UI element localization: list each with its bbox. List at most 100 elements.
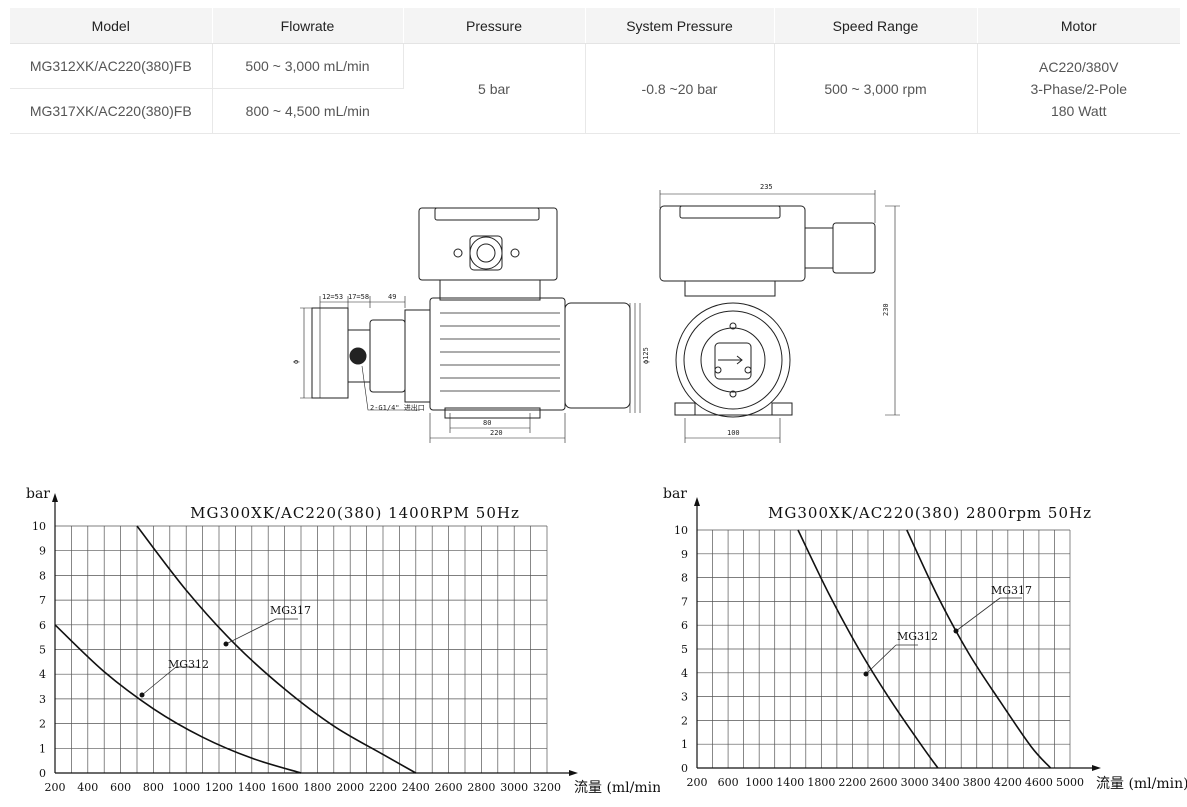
y-tick-label: 1 [39,742,46,755]
y-axis-arrow-icon [694,497,700,506]
dim-label: 17=58 [348,293,369,301]
motor-power: 180 Watt [1050,102,1107,119]
x-tick-label: 1800 [807,776,835,789]
y-tick-label: 5 [681,643,688,656]
leader-line [141,666,177,696]
y-tick-label: 2 [39,718,46,731]
x-tick-label: 1400 [776,776,804,789]
dim-label: 100 [727,429,740,437]
x-tick-label: 2200 [838,776,866,789]
cell-system-pressure: -0.8 ~20 bar [585,43,775,134]
series-label: MG312 [168,658,209,671]
junction-box-front [659,205,806,282]
port-label: 2-G1/4" 进出口 [370,403,425,412]
x-tick-label: 2600 [435,781,463,794]
x-tick-label: 3400 [932,776,960,789]
pressure-flow-chart-1400rpm: 200 400 600 800 1000 1200 1400 1600 1800 2000 2200… [26,486,660,796]
y-tick-label: 3 [681,691,688,704]
y-tick-label: 5 [39,644,46,657]
y-tick-label: 9 [39,545,46,558]
x-tick-label: 3800 [963,776,991,789]
y-tick-label: 7 [681,595,688,608]
x-tick-label: 1000 [745,776,773,789]
leader-arrow-icon [953,628,959,634]
x-tick-label: 2200 [369,781,397,794]
x-tick-label: 600 [718,776,739,789]
x-tick-label: 2600 [870,776,898,789]
y-tick-label: 4 [681,667,688,680]
header-system-pressure: System Pressure [585,8,775,44]
chart-title: MG300XK/AC220(380) 2800rpm 50Hz [768,504,1092,522]
pump-head [311,307,349,399]
y-tick-label: 4 [39,668,46,681]
table-row: MG312XK/AC220(380)FB 500 ~ 3,000 mL/min … [10,43,1180,134]
x-tick-label: 3000 [500,781,528,794]
dim-label: 235 [760,183,773,191]
series-label: MG317 [270,604,311,617]
cell-motor: AC220/380V 3-Phase/2-Pole 180 Watt [977,43,1180,134]
dim-label: 220 [490,429,503,437]
cell-flowrate: 800 ~ 4,500 mL/min [212,88,403,134]
x-tick-label: 2000 [336,781,364,794]
x-tick-label: 5000 [1056,776,1084,789]
y-tick-label: 0 [39,767,46,780]
x-tick-label: 1000 [172,781,200,794]
y-tick-label: 6 [39,619,46,632]
y-axis-label: bar [663,486,687,502]
dim-label: 12=53 [322,293,343,301]
x-tick-label: 400 [77,781,98,794]
x-tick-label: 4600 [1025,776,1053,789]
x-tick-label: 3200 [533,781,561,794]
grid [54,525,548,774]
y-tick-label: 9 [681,548,688,561]
x-tick-label: 1200 [205,781,233,794]
dim-label: ϕ [292,360,300,364]
y-tick-label: 1 [681,738,688,751]
y-axis-label: bar [26,486,50,502]
x-axis-arrow-icon [569,770,578,776]
y-tick-label: 2 [681,714,688,727]
y-tick-label: 6 [681,619,688,632]
series-label: MG317 [991,584,1032,597]
motor-voltage: AC220/380V [1039,58,1119,75]
motor-body [429,297,566,411]
header-pressure: Pressure [403,8,586,44]
x-axis-arrow-icon [1092,765,1101,771]
x-tick-label: 600 [110,781,131,794]
x-tick-label: 1600 [271,781,299,794]
y-tick-label: 10 [674,524,688,537]
grid [696,529,1071,769]
x-tick-label: 1800 [303,781,331,794]
y-tick-label: 8 [39,569,46,582]
leader-arrow-icon [223,641,229,647]
header-speed-range: Speed Range [774,8,978,44]
series-label: MG312 [897,630,938,643]
x-tick-label: 800 [143,781,164,794]
x-tick-label: 1400 [238,781,266,794]
y-tick-label: 8 [681,572,688,585]
cell-model: MG317XK/AC220(380)FB [10,88,213,134]
pressure-flow-chart-2800rpm: 200 600 1000 1400 1800 2200 2600 3000 3400 3800 42… [663,486,1187,792]
dim-label: 80 [483,419,491,427]
x-axis-label: 流量 (ml/min) [574,780,660,796]
leader-line [955,597,1001,632]
y-tick-label: 7 [39,594,46,607]
y-tick-label: 0 [681,762,688,775]
table-header-row: Model Flowrate Pressure System Pressure … [10,8,1180,44]
header-flowrate: Flowrate [212,8,404,44]
leader-arrow-icon [139,692,145,698]
x-tick-label: 2800 [467,781,495,794]
cell-flowrate: 500 ~ 3,000 mL/min [212,43,404,89]
y-tick-label: 3 [39,693,46,706]
y-tick-label: 10 [32,520,46,533]
x-tick-label: 200 [687,776,708,789]
cell-pressure: 5 bar [403,43,586,134]
cell-speed-range: 500 ~ 3,000 rpm [774,43,978,134]
dim-label: 49 [388,293,396,301]
x-tick-label: 4200 [994,776,1022,789]
motor-phase: 3-Phase/2-Pole [1030,80,1127,97]
x-tick-label: 3000 [901,776,929,789]
header-motor: Motor [977,8,1180,44]
x-axis-label: 流量 (ml/min) [1096,776,1187,792]
x-tick-label: 200 [45,781,66,794]
